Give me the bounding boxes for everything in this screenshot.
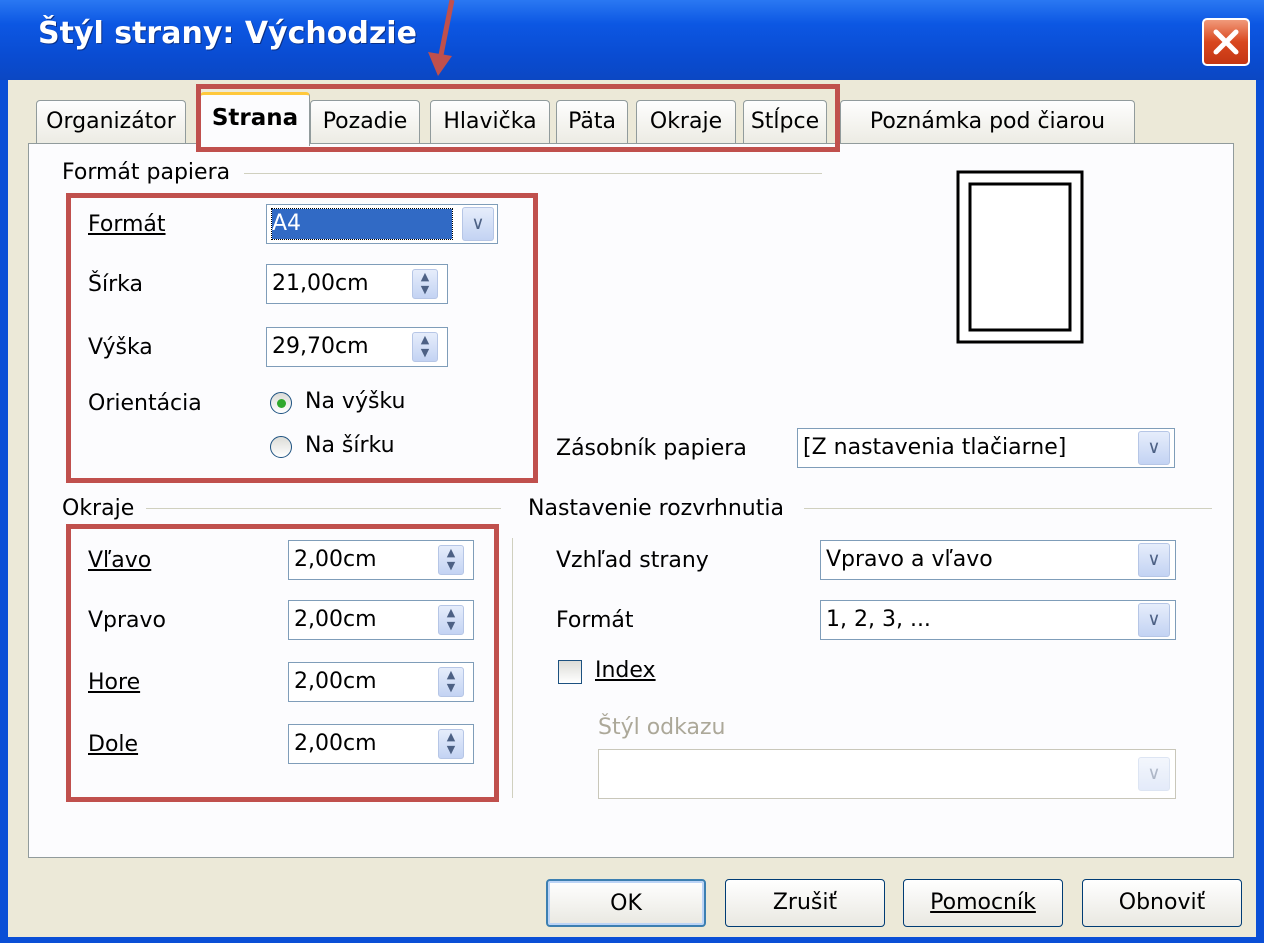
arrow-icon (428, 0, 455, 76)
reference-style-label: Štýl odkazu (598, 715, 726, 740)
close-button[interactable] (1202, 18, 1250, 66)
index-label: Index (595, 658, 656, 683)
reset-button[interactable]: Obnoviť (1082, 879, 1242, 927)
separator (244, 173, 822, 174)
tab-poznamka[interactable]: Poznámka pod čiarou (840, 100, 1135, 144)
chevron-down-icon[interactable]: ∨ (1138, 431, 1170, 465)
separator (804, 508, 1212, 509)
title-bar[interactable]: Štýl strany: Východzie (0, 0, 1264, 80)
numbering-format-select[interactable]: 1, 2, 3, ... (820, 600, 1176, 640)
chevron-down-icon: ∨ (1138, 757, 1170, 791)
paper-tray-label: Zásobník papiera (556, 436, 747, 461)
ok-button[interactable]: OK (546, 879, 706, 927)
annotation-box-paper-format (66, 193, 538, 483)
page-preview (956, 170, 1084, 344)
numbering-format-label: Formát (556, 608, 634, 633)
section-title-paper-format: Formát papiera (62, 160, 231, 185)
section-title-layout: Nastavenie rozvrhnutia (528, 496, 784, 521)
help-button[interactable]: Pomocník (903, 879, 1063, 927)
annotation-box-margins (66, 524, 499, 802)
chevron-down-icon[interactable]: ∨ (1138, 603, 1170, 637)
page-layout-label: Vzhľad strany (556, 548, 709, 573)
close-icon (1213, 29, 1239, 55)
separator (146, 508, 501, 509)
chevron-down-icon[interactable]: ∨ (1138, 543, 1170, 577)
reference-style-select (598, 749, 1176, 799)
tab-organizator[interactable]: Organizátor (36, 100, 186, 144)
cancel-button[interactable]: Zrušiť (725, 879, 885, 927)
section-title-margins: Okraje (62, 496, 135, 521)
page-layout-select[interactable]: Vpravo a vľavo (820, 540, 1176, 580)
dialog-title: Štýl strany: Východzie (38, 16, 417, 51)
index-checkbox[interactable] (558, 660, 582, 684)
paper-tray-select[interactable]: [Z nastavenia tlačiarne] (797, 428, 1175, 468)
annotation-box-tabs (196, 84, 840, 152)
vertical-separator (512, 538, 513, 798)
